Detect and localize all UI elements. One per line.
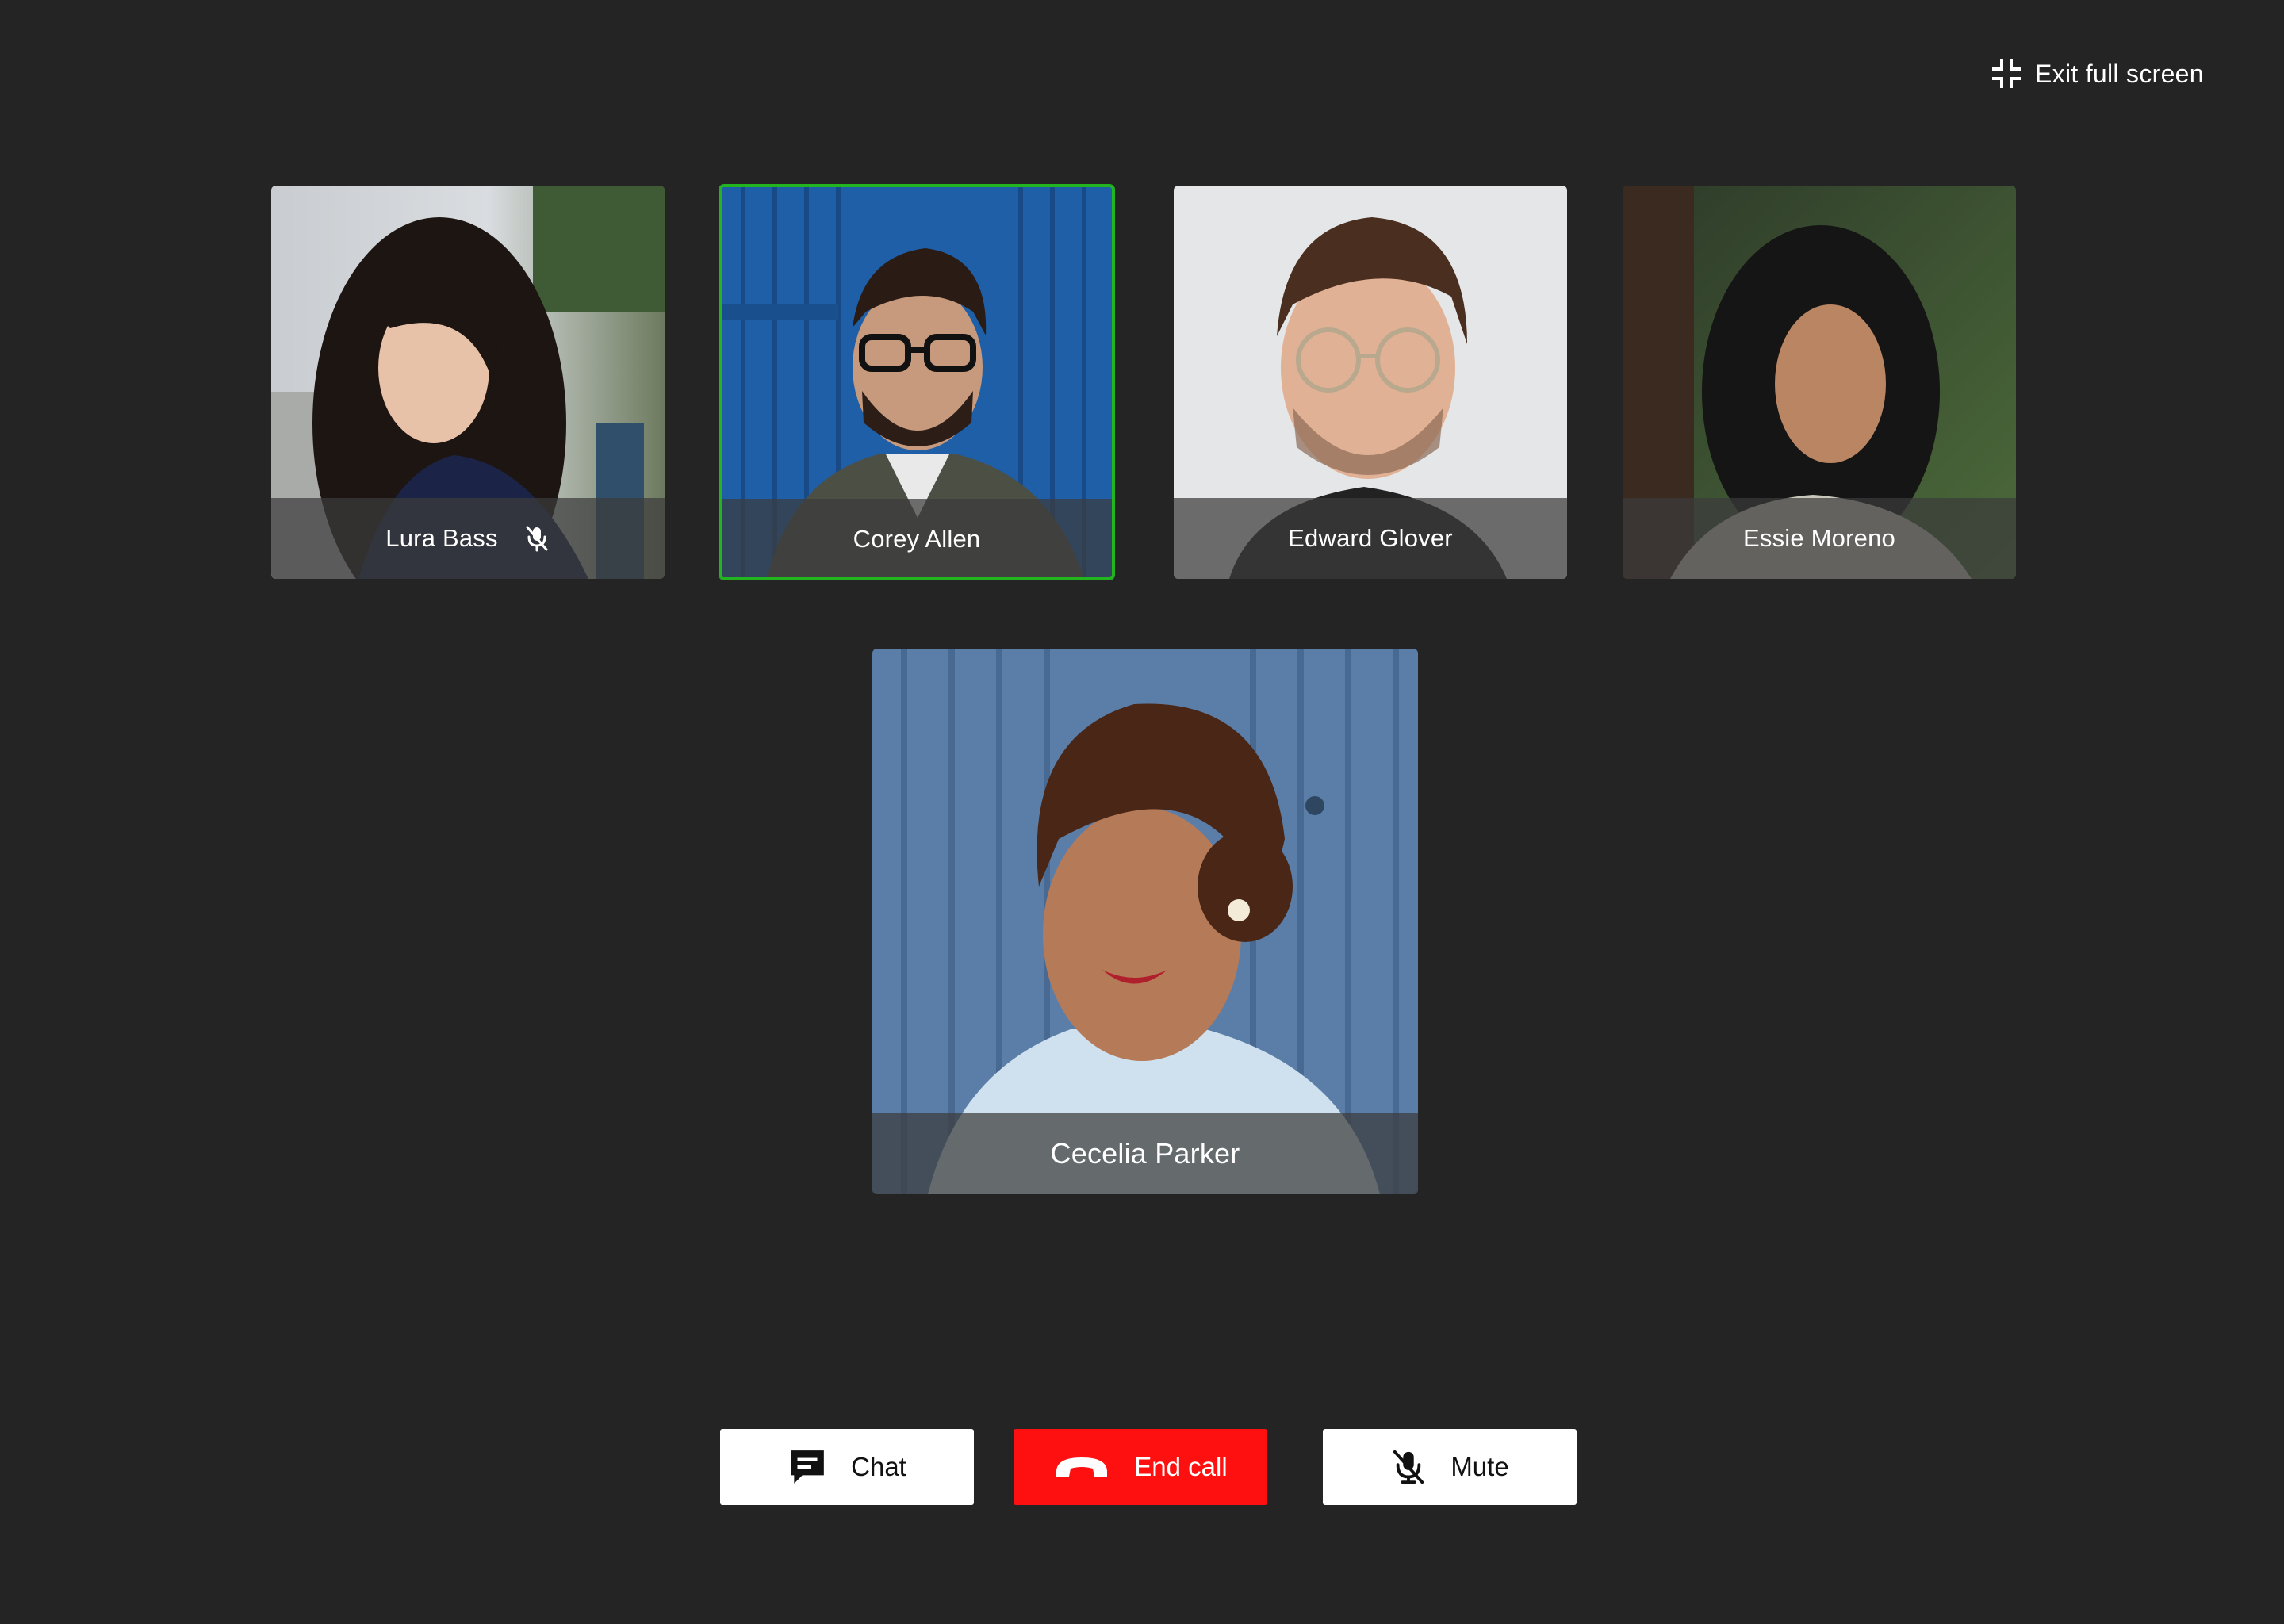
- participant-name-bar: Corey Allen: [719, 499, 1114, 580]
- mic-off-icon: [1390, 1449, 1427, 1485]
- chat-label: Chat: [851, 1452, 906, 1481]
- participant-tile-essie-moreno[interactable]: Essie Moreno: [1623, 186, 2016, 579]
- participant-video: [872, 649, 1418, 1194]
- participant-tile-corey-allen[interactable]: Corey Allen: [719, 184, 1115, 580]
- mute-button[interactable]: Mute: [1323, 1429, 1577, 1505]
- chat-button[interactable]: Chat: [720, 1429, 974, 1505]
- participant-name: Edward Glover: [1288, 524, 1453, 552]
- end-call-button[interactable]: End call: [1014, 1429, 1267, 1505]
- participant-name-bar: Essie Moreno: [1623, 498, 2016, 579]
- participant-name-bar: Lura Bass: [271, 498, 665, 579]
- participant-name-bar: Edward Glover: [1174, 498, 1567, 579]
- participant-name: Corey Allen: [853, 525, 981, 553]
- participant-name: Lura Bass: [385, 524, 498, 552]
- participant-name: Cecelia Parker: [1050, 1137, 1240, 1170]
- exit-fullscreen-label: Exit full screen: [2035, 59, 2204, 88]
- exit-fullscreen-button[interactable]: Exit full screen: [1991, 56, 2204, 92]
- participant-name-bar: Cecelia Parker: [872, 1113, 1418, 1194]
- exit-fullscreen-icon: [1991, 58, 2022, 90]
- chat-icon: [788, 1447, 827, 1487]
- participant-tile-edward-glover[interactable]: Edward Glover: [1174, 186, 1567, 579]
- end-call-label: End call: [1134, 1452, 1228, 1481]
- mute-label: Mute: [1450, 1452, 1509, 1481]
- video-call-screen: Exit full screen Lura Bass Corey Allen E…: [0, 0, 2284, 1624]
- participant-name: Essie Moreno: [1743, 524, 1895, 552]
- spotlight-participant-tile[interactable]: Cecelia Parker: [872, 649, 1418, 1194]
- mic-off-icon: [523, 525, 550, 552]
- participant-tile-lura-bass[interactable]: Lura Bass: [271, 186, 665, 579]
- hang-up-icon: [1053, 1454, 1110, 1480]
